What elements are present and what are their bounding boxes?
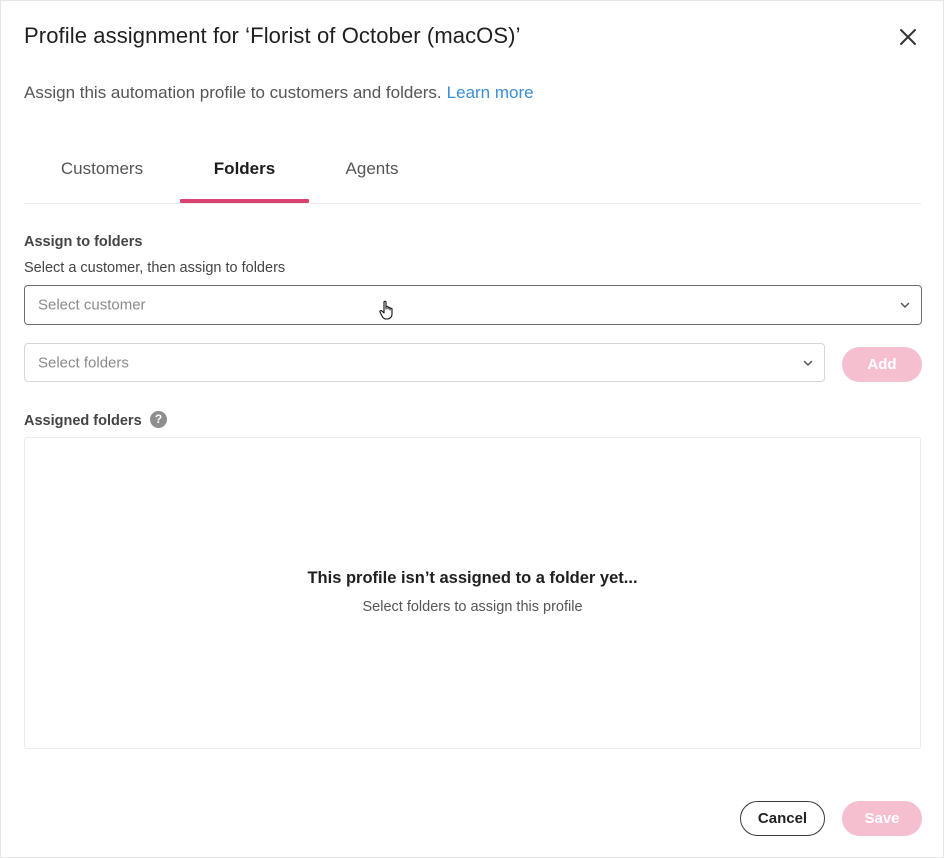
subtitle-text: Assign this automation profile to custom… — [24, 83, 442, 102]
dialog-title: Profile assignment for ‘Florist of Octob… — [24, 23, 521, 48]
assign-helper-text: Select a customer, then assign to folder… — [24, 260, 286, 276]
assigned-folders-list: This profile isn’t assigned to a folder … — [24, 437, 921, 749]
learn-more-link[interactable]: Learn more — [447, 83, 534, 102]
assigned-folders-label: Assigned folders — [24, 413, 142, 429]
cancel-button[interactable]: Cancel — [740, 801, 825, 836]
hand-pointer-icon — [379, 300, 393, 320]
select-folders-dropdown[interactable]: Select folders — [24, 343, 825, 382]
tab-agents[interactable]: Agents — [339, 141, 405, 201]
tab-customers[interactable]: Customers — [54, 141, 150, 201]
help-icon[interactable]: ? — [150, 411, 167, 428]
empty-state-subtitle: Select folders to assign this profile — [362, 599, 583, 615]
close-icon[interactable] — [896, 25, 920, 49]
select-customer-dropdown[interactable]: Select customer — [24, 285, 922, 325]
empty-state-title: This profile isn’t assigned to a folder … — [307, 569, 638, 587]
dialog-subtitle: Assign this automation profile to custom… — [24, 83, 534, 103]
tab-folders[interactable]: Folders — [180, 141, 309, 203]
tab-bar: Customers Folders Agents — [24, 141, 921, 204]
profile-assignment-dialog: Profile assignment for ‘Florist of Octob… — [0, 0, 944, 858]
select-customer-placeholder: Select customer — [38, 296, 146, 314]
add-button[interactable]: Add — [842, 347, 922, 382]
save-button[interactable]: Save — [842, 801, 922, 836]
select-folders-placeholder: Select folders — [38, 354, 129, 371]
assign-to-folders-label: Assign to folders — [24, 234, 143, 250]
chevron-down-icon — [803, 360, 813, 366]
chevron-down-icon — [900, 302, 910, 309]
